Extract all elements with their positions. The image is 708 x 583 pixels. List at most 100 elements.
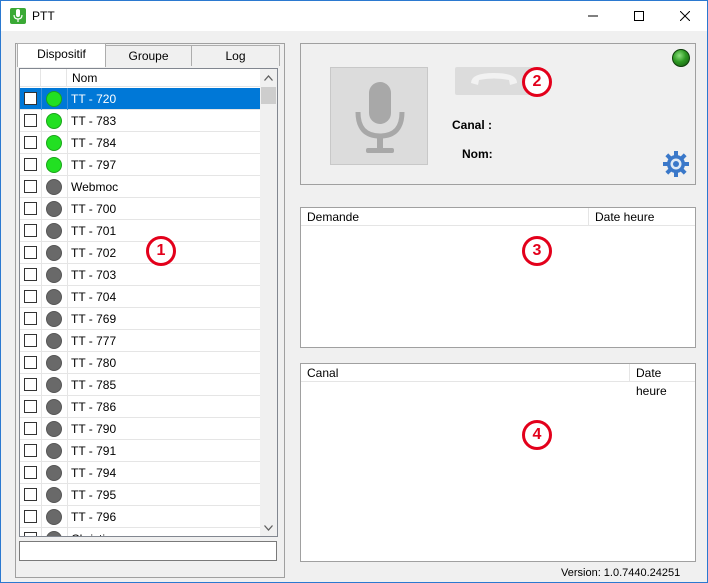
device-name: TT - 783 — [71, 114, 117, 128]
device-checkbox[interactable] — [24, 158, 37, 171]
device-name: Webmoc — [71, 180, 119, 194]
device-row[interactable]: TT - 786 — [20, 396, 260, 418]
close-button[interactable] — [662, 1, 708, 31]
header-date-heure[interactable]: Date heure — [589, 208, 695, 226]
device-row[interactable]: TT - 777 — [20, 330, 260, 352]
device-checkbox[interactable] — [24, 92, 37, 105]
tab-log[interactable]: Log — [191, 45, 280, 66]
cell-divider — [41, 242, 42, 264]
device-row[interactable]: TT - 704 — [20, 286, 260, 308]
device-row[interactable]: TT - 703 — [20, 264, 260, 286]
cell-divider — [67, 176, 68, 198]
scroll-thumb[interactable] — [261, 87, 276, 104]
marker-1: 1 — [146, 236, 176, 266]
cell-divider — [67, 396, 68, 418]
status-dot-icon — [46, 91, 62, 107]
device-checkbox[interactable] — [24, 378, 37, 391]
device-checkbox[interactable] — [24, 290, 37, 303]
tab-groupe[interactable]: Groupe — [105, 45, 192, 66]
device-row[interactable]: Christine — [20, 528, 260, 536]
device-checkbox[interactable] — [24, 136, 37, 149]
cell-divider — [67, 374, 68, 396]
tab-dispositif[interactable]: Dispositif — [17, 43, 106, 67]
device-row[interactable]: Webmoc — [20, 176, 260, 198]
device-row[interactable]: TT - 783 — [20, 110, 260, 132]
device-checkbox[interactable] — [24, 312, 37, 325]
device-name: TT - 785 — [71, 378, 117, 392]
status-dot-icon — [46, 333, 62, 349]
scroll-up-button[interactable] — [260, 69, 277, 86]
device-row[interactable]: TT - 785 — [20, 374, 260, 396]
status-dot-icon — [46, 509, 62, 525]
device-list-header: Nom — [20, 69, 260, 87]
header-canal[interactable]: Canal — [301, 364, 630, 382]
cell-divider — [67, 264, 68, 286]
cell-divider — [41, 484, 42, 506]
device-checkbox[interactable] — [24, 356, 37, 369]
status-dot-icon — [46, 531, 62, 536]
cell-divider — [41, 264, 42, 286]
device-row[interactable]: TT - 701 — [20, 220, 260, 242]
cell-divider — [67, 110, 68, 132]
maximize-button[interactable] — [616, 1, 662, 31]
device-checkbox[interactable] — [24, 466, 37, 479]
device-checkbox[interactable] — [24, 510, 37, 523]
scroll-down-button[interactable] — [260, 519, 277, 536]
cell-divider — [41, 198, 42, 220]
device-checkbox[interactable] — [24, 444, 37, 457]
device-row[interactable]: TT - 720 — [20, 88, 260, 110]
device-checkbox[interactable] — [24, 334, 37, 347]
device-name: TT - 780 — [71, 356, 117, 370]
device-checkbox[interactable] — [24, 532, 37, 536]
device-row[interactable]: TT - 790 — [20, 418, 260, 440]
cell-divider — [41, 286, 42, 308]
device-checkbox[interactable] — [24, 400, 37, 413]
device-row[interactable]: TT - 780 — [20, 352, 260, 374]
cell-divider — [41, 132, 42, 154]
device-row[interactable]: TT - 794 — [20, 462, 260, 484]
device-list-scrollbar[interactable] — [260, 69, 277, 536]
device-row[interactable]: TT - 796 — [20, 506, 260, 528]
header-name-column[interactable]: Nom — [67, 69, 260, 87]
marker-3: 3 — [522, 236, 552, 266]
cell-divider — [41, 396, 42, 418]
cell-divider — [67, 440, 68, 462]
device-checkbox[interactable] — [24, 268, 37, 281]
cell-divider — [41, 440, 42, 462]
device-name: TT - 786 — [71, 400, 117, 414]
header-date-heure[interactable]: Date heure — [630, 364, 695, 398]
version-label: Version: 1.0.7440.24251 — [561, 567, 681, 579]
device-row[interactable]: TT - 795 — [20, 484, 260, 506]
header-check-column[interactable] — [20, 69, 41, 87]
device-checkbox[interactable] — [24, 224, 37, 237]
minimize-button[interactable] — [570, 1, 616, 31]
device-row[interactable]: TT - 784 — [20, 132, 260, 154]
status-dot-icon — [46, 267, 62, 283]
device-checkbox[interactable] — [24, 488, 37, 501]
device-row[interactable]: TT - 797 — [20, 154, 260, 176]
cell-divider — [41, 506, 42, 528]
search-input[interactable] — [19, 541, 277, 561]
minimize-icon — [588, 15, 598, 17]
header-status-column[interactable] — [41, 69, 67, 87]
device-name: TT - 791 — [71, 444, 117, 458]
device-row[interactable]: TT - 700 — [20, 198, 260, 220]
device-checkbox[interactable] — [24, 180, 37, 193]
device-checkbox[interactable] — [24, 114, 37, 127]
device-row[interactable]: TT - 769 — [20, 308, 260, 330]
device-checkbox[interactable] — [24, 246, 37, 259]
microphone-icon — [355, 82, 405, 153]
device-checkbox[interactable] — [24, 422, 37, 435]
cell-divider — [41, 110, 42, 132]
cell-divider — [41, 462, 42, 484]
cell-divider — [67, 462, 68, 484]
device-row[interactable]: TT - 702 — [20, 242, 260, 264]
device-row[interactable]: TT - 791 — [20, 440, 260, 462]
device-list: Nom TT - 720 TT - 783 TT - 784 TT - 797 Webm… — [19, 68, 278, 537]
microphone-button[interactable] — [330, 67, 428, 165]
title-bar: PTT — [0, 0, 708, 31]
settings-button[interactable] — [662, 150, 690, 181]
status-led-icon — [672, 49, 690, 67]
device-checkbox[interactable] — [24, 202, 37, 215]
header-demande[interactable]: Demande — [301, 208, 589, 226]
